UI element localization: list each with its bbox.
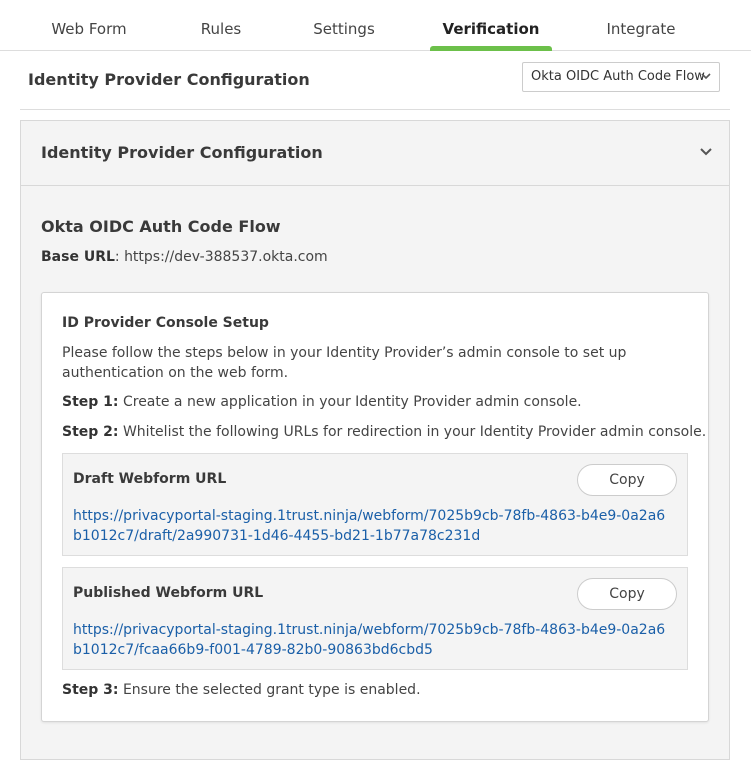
draft-url-label: Draft Webform URL: [73, 471, 227, 487]
provider-select[interactable]: Okta OIDC Auth Code Flow: [522, 62, 720, 92]
step-text: Create a new application in your Identit…: [118, 394, 582, 410]
step-1: Step 1: Create a new application in your…: [62, 394, 582, 410]
tab-integrate[interactable]: Integrate: [586, 0, 696, 50]
panel-title: Identity Provider Configuration: [41, 143, 323, 162]
tab-web-form[interactable]: Web Form: [34, 0, 144, 50]
tab-label: Settings: [313, 20, 375, 38]
tab-label: Web Form: [51, 20, 127, 38]
chevron-down-icon[interactable]: [699, 145, 713, 159]
step-text: Ensure the selected grant type is enable…: [118, 682, 421, 698]
setup-intro: Please follow the steps below in your Id…: [62, 345, 627, 381]
chevron-down-icon: [701, 73, 711, 80]
page-title: Identity Provider Configuration: [28, 70, 310, 89]
base-url-value: https://dev-388537.okta.com: [124, 249, 328, 265]
panel-header[interactable]: Identity Provider Configuration: [21, 121, 729, 186]
base-url: Base URL: https://dev-388537.okta.com: [41, 249, 328, 265]
base-url-separator: :: [114, 249, 125, 265]
step-3: Step 3: Ensure the selected grant type i…: [62, 682, 421, 698]
tab-verification[interactable]: Verification: [430, 0, 552, 51]
published-url-box: Published Webform URL Copy https://priva…: [62, 567, 688, 670]
draft-url-link[interactable]: https://privacyportal-staging.1trust.nin…: [73, 506, 673, 546]
page-header: Identity Provider Configuration Okta OID…: [20, 50, 730, 110]
provider-select-value: Okta OIDC Auth Code Flow: [531, 69, 705, 84]
idp-config-panel: Identity Provider Configuration Okta OID…: [20, 120, 730, 760]
tab-label: Rules: [200, 20, 242, 38]
step-label: Step 3:: [62, 682, 119, 698]
tab-rules[interactable]: Rules: [176, 0, 266, 50]
console-setup-card: ID Provider Console Setup Please follow …: [41, 292, 709, 722]
setup-title: ID Provider Console Setup: [62, 315, 269, 331]
published-url-link[interactable]: https://privacyportal-staging.1trust.nin…: [73, 620, 673, 660]
step-label: Step 2:: [62, 424, 119, 440]
tab-settings[interactable]: Settings: [294, 0, 394, 50]
copy-draft-url-button[interactable]: Copy: [577, 464, 677, 496]
flow-title: Okta OIDC Auth Code Flow: [41, 217, 281, 236]
step-label: Step 1:: [62, 394, 119, 410]
draft-url-box: Draft Webform URL Copy https://privacypo…: [62, 453, 688, 556]
step-text: Whitelist the following URLs for redirec…: [118, 424, 707, 440]
tab-bar: Web Form Rules Settings Verification Int…: [0, 0, 751, 51]
base-url-label: Base URL: [41, 249, 115, 265]
published-url-label: Published Webform URL: [73, 585, 264, 601]
tab-label: Integrate: [606, 20, 676, 38]
step-2: Step 2: Whitelist the following URLs for…: [62, 424, 706, 440]
copy-published-url-button[interactable]: Copy: [577, 578, 677, 610]
tab-label: Verification: [442, 20, 540, 38]
